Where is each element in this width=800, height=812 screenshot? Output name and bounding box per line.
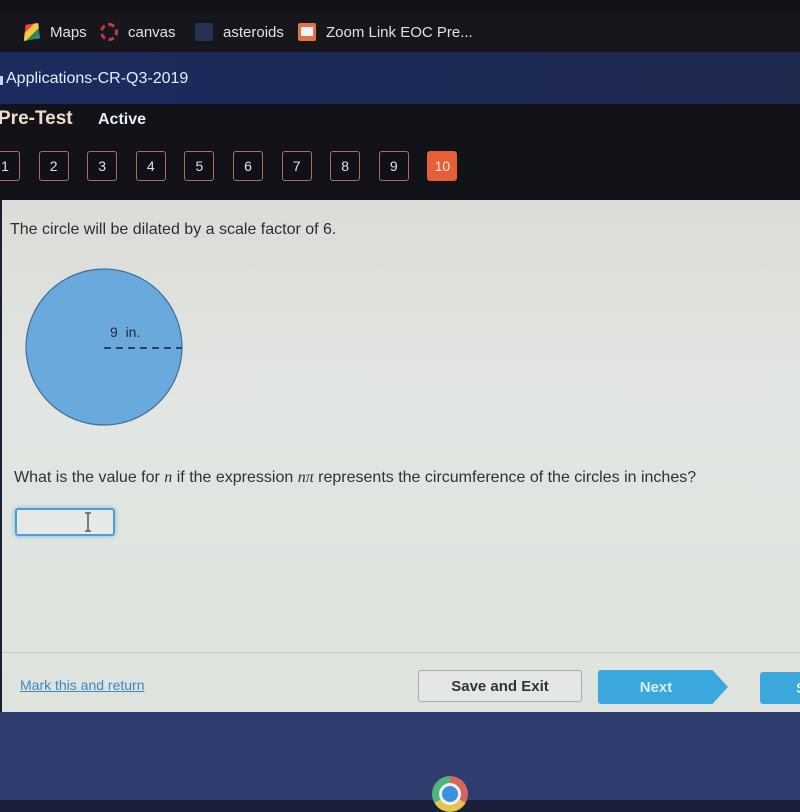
question-nav-button-6[interactable]: 6 [233,151,263,181]
bookmark-asteroids[interactable]: asteroids [195,20,284,44]
status-label: Active [98,111,147,128]
question-panel: The circle will be dilated by a scale fa… [2,200,800,712]
bookmark-canvas[interactable]: canvas [100,20,176,44]
question-nav-button-7[interactable]: 7 [281,151,312,181]
course-title: Applications-CR-Q3-2019 [6,70,189,87]
bookmark-label: Maps [50,23,87,41]
question-nav-button-1[interactable]: 1 [0,151,20,181]
ask-text-after: represents the circumference of the circ… [313,469,697,486]
question-prompt: The circle will be dilated by a scale fa… [10,221,337,238]
save-and-exit-button[interactable]: Save and Exit [418,670,582,702]
question-nav-button-10[interactable]: 10 [427,151,458,181]
course-title-bar: Applications-CR-Q3-2019 [0,52,800,104]
test-header: Pre-Test Active 1 2 3 4 5 6 7 8 9 10 [0,104,800,200]
answer-input[interactable] [15,508,115,536]
bookmarks-bar: Maps canvas asteroids Zoom Link EOC Pre.… [0,0,800,52]
taskbar [0,712,800,800]
canvas-icon [100,23,118,41]
bookmark-label: canvas [128,23,176,41]
chrome-icon[interactable] [432,776,468,812]
mark-and-return-link[interactable]: Mark this and return [20,677,145,693]
question-nav-button-2[interactable]: 2 [38,151,69,181]
circle-figure: 9 in. [25,268,183,426]
radius-label: 9 in. [110,324,140,340]
question-nav-button-4[interactable]: 4 [135,151,166,181]
test-name: Pre-Test [0,108,73,129]
circle-shape [25,268,183,426]
asteroids-icon [195,23,213,41]
expression: nπ [297,469,314,486]
ask-text-middle: if the expression [172,469,298,486]
question-nav-button-9[interactable]: 9 [378,151,409,181]
question-nav-button-3[interactable]: 3 [87,151,118,181]
question-nav-button-8[interactable]: 8 [330,151,361,181]
footer-divider [2,652,800,653]
question-ask: What is the value for n if the expressio… [14,469,696,487]
bookmark-label: asteroids [223,23,284,41]
text-cursor-icon [85,512,91,532]
next-button[interactable]: Next [598,670,728,704]
zoom-icon [298,23,316,41]
browser-top-strip [0,0,800,14]
submit-button[interactable]: S [760,672,800,704]
bookmark-maps[interactable]: Maps [22,20,87,44]
question-nav-button-5[interactable]: 5 [184,151,215,181]
bookmark-label: Zoom Link EOC Pre... [326,23,473,41]
ask-text-before: What is the value for [14,469,165,486]
title-prefix-glyph [0,76,3,85]
maps-icon [23,23,40,41]
bookmark-zoom-link[interactable]: Zoom Link EOC Pre... [298,20,473,44]
